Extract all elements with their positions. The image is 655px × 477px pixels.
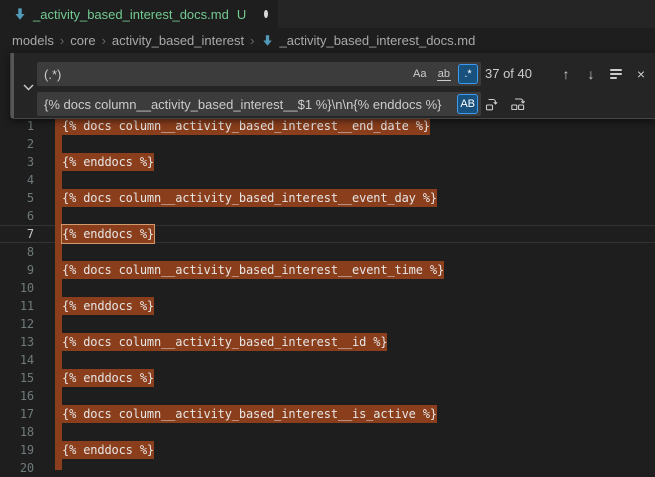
modified-indicator-dot[interactable] [264, 10, 268, 18]
line-number: 3 [0, 153, 34, 171]
breadcrumb-item-models[interactable]: models [12, 33, 54, 48]
whole-word-button[interactable]: ab [434, 64, 454, 84]
line-number: 10 [0, 279, 34, 297]
git-status-badge: U [237, 7, 246, 22]
replace-value: {% docs column__activity_based_interest_… [37, 97, 457, 112]
toggle-replace-button[interactable] [19, 73, 37, 99]
line-number: 20 [0, 459, 34, 477]
editor-line[interactable]: 14 [0, 351, 655, 369]
replace-button[interactable] [481, 94, 503, 116]
markdown-file-icon [261, 34, 274, 47]
breadcrumb-item-folder[interactable]: activity_based_interest [112, 33, 244, 48]
breadcrumb-item-core[interactable]: core [70, 33, 95, 48]
find-in-selection-button[interactable] [605, 63, 627, 85]
next-match-button[interactable]: ↓ [580, 63, 602, 85]
tab-bar: _activity_based_interest_docs.md U [0, 0, 655, 28]
editor-line[interactable]: 5 {% docs column__activity_based_interest… [0, 189, 655, 207]
line-number: 12 [0, 315, 34, 333]
editor-line[interactable]: 7 {% enddocs %} [0, 225, 655, 243]
whole-word-icon: ab [437, 68, 451, 81]
breadcrumb: models › core › activity_based_interest … [0, 28, 655, 52]
search-input[interactable]: (.*) Aa ab .* [37, 62, 481, 86]
line-number: 13 [0, 333, 34, 351]
line-number: 14 [0, 351, 34, 369]
match-count: 37 of 40 [485, 62, 532, 86]
close-find-widget-button[interactable]: × [630, 63, 652, 85]
editor-line[interactable]: 8 [0, 243, 655, 261]
close-icon: × [637, 66, 645, 82]
editor-line[interactable]: 9 {% docs column__activity_based_interest… [0, 261, 655, 279]
editor-line[interactable]: 4 [0, 171, 655, 189]
editor-line[interactable]: 17 {% docs column__activity_based_interes… [0, 405, 655, 423]
selection-lines-icon [610, 69, 622, 79]
editor-line[interactable]: 1 {% docs column__activity_based_interest… [0, 117, 655, 135]
line-text: {% docs column__activity_based_interest_… [62, 405, 437, 423]
replace-input[interactable]: {% docs column__activity_based_interest_… [37, 92, 481, 116]
line-number: 18 [0, 423, 34, 441]
breadcrumb-item-file[interactable]: _activity_based_interest_docs.md [280, 33, 476, 48]
previous-match-button[interactable]: ↑ [555, 63, 577, 85]
tab-filename: _activity_based_interest_docs.md [33, 7, 229, 22]
line-text: {% docs column__activity_based_interest_… [62, 261, 444, 279]
line-number: 17 [0, 405, 34, 423]
line-number: 4 [0, 171, 34, 189]
editor-line[interactable]: 13 {% docs column__activity_based_interes… [0, 333, 655, 351]
chevron-right-icon: › [250, 33, 254, 48]
line-number: 11 [0, 297, 34, 315]
markdown-file-icon [13, 7, 27, 21]
editor-line[interactable]: 11 {% enddocs %} [0, 297, 655, 315]
editor-line[interactable]: 3 {% enddocs %} [0, 153, 655, 171]
editor-line[interactable]: 18 [0, 423, 655, 441]
line-text: {% enddocs %} [62, 153, 154, 171]
editor-line[interactable]: 15 {% enddocs %} [0, 369, 655, 387]
preserve-case-button[interactable]: AB [457, 94, 478, 114]
line-text: {% enddocs %} [62, 369, 154, 387]
line-number: 15 [0, 369, 34, 387]
find-widget: (.*) Aa ab .* 37 of 40 ↑ ↓ × {% docs col… [10, 53, 655, 119]
match-case-button[interactable]: Aa [410, 64, 430, 84]
line-text: {% enddocs %} [62, 441, 154, 459]
search-value: (.*) [37, 67, 410, 82]
tab-file[interactable]: _activity_based_interest_docs.md U [0, 0, 278, 28]
editor-line[interactable]: 12 [0, 315, 655, 333]
regex-button[interactable]: .* [458, 64, 478, 84]
editor-line[interactable]: 2 [0, 135, 655, 153]
line-text: {% enddocs %} [62, 297, 154, 315]
chevron-right-icon: › [102, 33, 106, 48]
line-text: {% docs column__activity_based_interest_… [62, 189, 437, 207]
chevron-right-icon: › [60, 33, 64, 48]
replace-all-button[interactable] [507, 94, 529, 116]
line-number: 7 [0, 225, 34, 243]
editor-line[interactable]: 6 [0, 207, 655, 225]
line-number: 5 [0, 189, 34, 207]
line-number: 16 [0, 387, 34, 405]
arrow-up-icon: ↑ [563, 66, 570, 82]
replace-all-icon [510, 96, 527, 115]
line-number: 2 [0, 135, 34, 153]
editor-line[interactable]: 16 [0, 387, 655, 405]
replace-icon [484, 96, 500, 115]
line-number: 6 [0, 207, 34, 225]
line-text: {% docs column__activity_based_interest_… [62, 117, 430, 135]
arrow-down-icon: ↓ [588, 66, 595, 82]
line-number: 8 [0, 243, 34, 261]
find-widget-sash[interactable] [11, 53, 14, 118]
current-find-match: {% enddocs %} [62, 225, 154, 243]
line-number: 9 [0, 261, 34, 279]
editor-line[interactable]: 20 [0, 459, 655, 477]
line-number: 1 [0, 117, 34, 135]
chevron-down-icon [23, 79, 34, 94]
editor-line[interactable]: 10 [0, 279, 655, 297]
line-number: 19 [0, 441, 34, 459]
line-text: {% docs column__activity_based_interest_… [62, 333, 387, 351]
editor-line[interactable]: 19 {% enddocs %} [0, 441, 655, 459]
